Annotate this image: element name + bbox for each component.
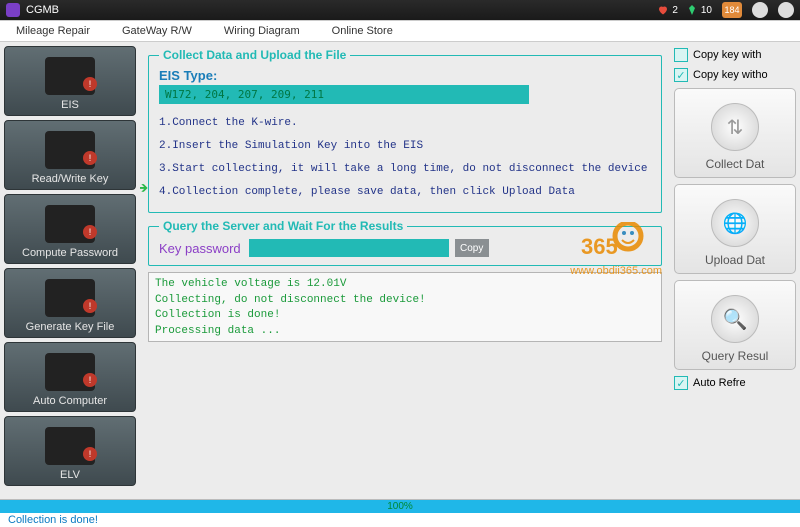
menu-mileage-repair[interactable]: Mileage Repair — [0, 25, 106, 37]
sidebar-item-label: Read/Write Key — [32, 173, 109, 185]
log-line: Collecting, do not disconnect the device… — [155, 293, 655, 308]
sidebar-item-eis[interactable]: ! EIS — [4, 46, 136, 116]
button-label: Upload Dat — [705, 253, 765, 267]
globe-icon: 🌐 — [711, 199, 759, 247]
button-label: Query Resul — [702, 349, 769, 363]
notification-badge-icon: ! — [83, 77, 97, 91]
menu-online-store[interactable]: Online Store — [316, 25, 409, 37]
checkbox-icon — [674, 48, 688, 62]
heart-icon — [657, 4, 669, 16]
app-title: CGMB — [26, 4, 59, 16]
sidebar-item-read-write-key[interactable]: ! Read/Write Key — [4, 120, 136, 190]
sidebar-item-label: EIS — [61, 99, 79, 111]
diamonds-count: 10 — [701, 5, 712, 16]
eis-type-label: EIS Type: — [159, 68, 651, 83]
checkbox-checked-icon: ✓ — [674, 68, 688, 82]
notification-badge-icon: ! — [83, 373, 97, 387]
collect-data-panel: Collect Data and Upload the File ➔ EIS T… — [148, 48, 662, 213]
settings-icon[interactable] — [778, 2, 794, 18]
app-body: ! EIS ! Read/Write Key ! Compute Passwor… — [0, 42, 800, 499]
copy-key-with-option[interactable]: Copy key with — [674, 48, 796, 62]
sidebar: ! EIS ! Read/Write Key ! Compute Passwor… — [0, 42, 140, 499]
status-text: Collection is done! — [8, 514, 98, 526]
instruction-line: 2.Insert the Simulation Key into the EIS — [159, 135, 651, 158]
usb-icon: ⇅ — [711, 103, 759, 151]
menu-gateway-rw[interactable]: GateWay R/W — [106, 25, 208, 37]
sidebar-item-compute-password[interactable]: ! Compute Password — [4, 194, 136, 264]
hearts-stat: 2 — [657, 4, 678, 16]
sidebar-item-generate-key-file[interactable]: ! Generate Key File — [4, 268, 136, 338]
status-bar: Collection is done! — [0, 513, 800, 527]
progress-label: 100% — [0, 500, 800, 514]
eis-type-value: W172, 204, 207, 209, 211 — [159, 85, 529, 104]
instruction-line: 4.Collection complete, please save data,… — [159, 181, 651, 204]
upload-data-button[interactable]: 🌐 Upload Dat — [674, 184, 796, 274]
instructions: 1.Connect the K-wire. 2.Insert the Simul… — [159, 112, 651, 204]
timer-icon[interactable] — [752, 2, 768, 18]
sidebar-item-label: Generate Key File — [26, 321, 115, 333]
log-line: Processing data ... — [155, 324, 655, 339]
sidebar-item-label: Compute Password — [22, 247, 118, 259]
diamonds-stat: 10 — [686, 4, 712, 16]
button-label: Collect Dat — [706, 157, 765, 171]
log-console: The vehicle voltage is 12.01V Collecting… — [148, 272, 662, 342]
option-label: Copy key witho — [693, 69, 768, 81]
sidebar-item-label: ELV — [60, 469, 80, 481]
key-password-input[interactable] — [249, 239, 449, 257]
query-result-button[interactable]: 🔍 Query Resul — [674, 280, 796, 370]
query-server-legend: Query the Server and Wait For the Result… — [159, 219, 407, 233]
main-panel: Collect Data and Upload the File ➔ EIS T… — [140, 42, 670, 499]
instruction-line: 3.Start collecting, it will take a long … — [159, 158, 651, 181]
option-label: Copy key with — [693, 49, 761, 61]
collect-data-legend: Collect Data and Upload the File — [159, 48, 350, 62]
query-server-panel: Query the Server and Wait For the Result… — [148, 219, 662, 266]
notification-badge-icon: ! — [83, 299, 97, 313]
progress-bar: 100% — [0, 499, 800, 513]
menu-bar: Mileage Repair GateWay R/W Wiring Diagra… — [0, 20, 800, 42]
hearts-count: 2 — [672, 5, 678, 16]
title-bar: CGMB 2 10 184 — [0, 0, 800, 20]
key-password-label: Key password — [159, 241, 241, 256]
sidebar-item-label: Auto Computer — [33, 395, 107, 407]
sidebar-item-auto-computer[interactable]: ! Auto Computer — [4, 342, 136, 412]
diamond-icon — [686, 4, 698, 16]
instruction-line: 1.Connect the K-wire. — [159, 112, 651, 135]
auto-refresh-option[interactable]: ✓ Auto Refre — [674, 376, 796, 390]
log-line: Collection is done! — [155, 308, 655, 323]
notification-badge-icon: ! — [83, 225, 97, 239]
notification-badge-icon: ! — [83, 151, 97, 165]
copy-key-without-option[interactable]: ✓ Copy key witho — [674, 68, 796, 82]
app-logo-icon — [6, 3, 20, 17]
option-label: Auto Refre — [693, 377, 746, 389]
menu-wiring-diagram[interactable]: Wiring Diagram — [208, 25, 316, 37]
search-icon: 🔍 — [711, 295, 759, 343]
log-line: The vehicle voltage is 12.01V — [155, 277, 655, 292]
sidebar-item-elv[interactable]: ! ELV — [4, 416, 136, 486]
notification-badge-icon: ! — [83, 447, 97, 461]
right-panel: Copy key with ✓ Copy key witho ⇅ Collect… — [670, 42, 800, 499]
arrow-icon: ➔ — [140, 178, 148, 198]
collect-data-button[interactable]: ⇅ Collect Dat — [674, 88, 796, 178]
checkbox-checked-icon: ✓ — [674, 376, 688, 390]
copy-button[interactable]: Copy — [455, 239, 489, 257]
calendar-badge[interactable]: 184 — [722, 2, 742, 18]
